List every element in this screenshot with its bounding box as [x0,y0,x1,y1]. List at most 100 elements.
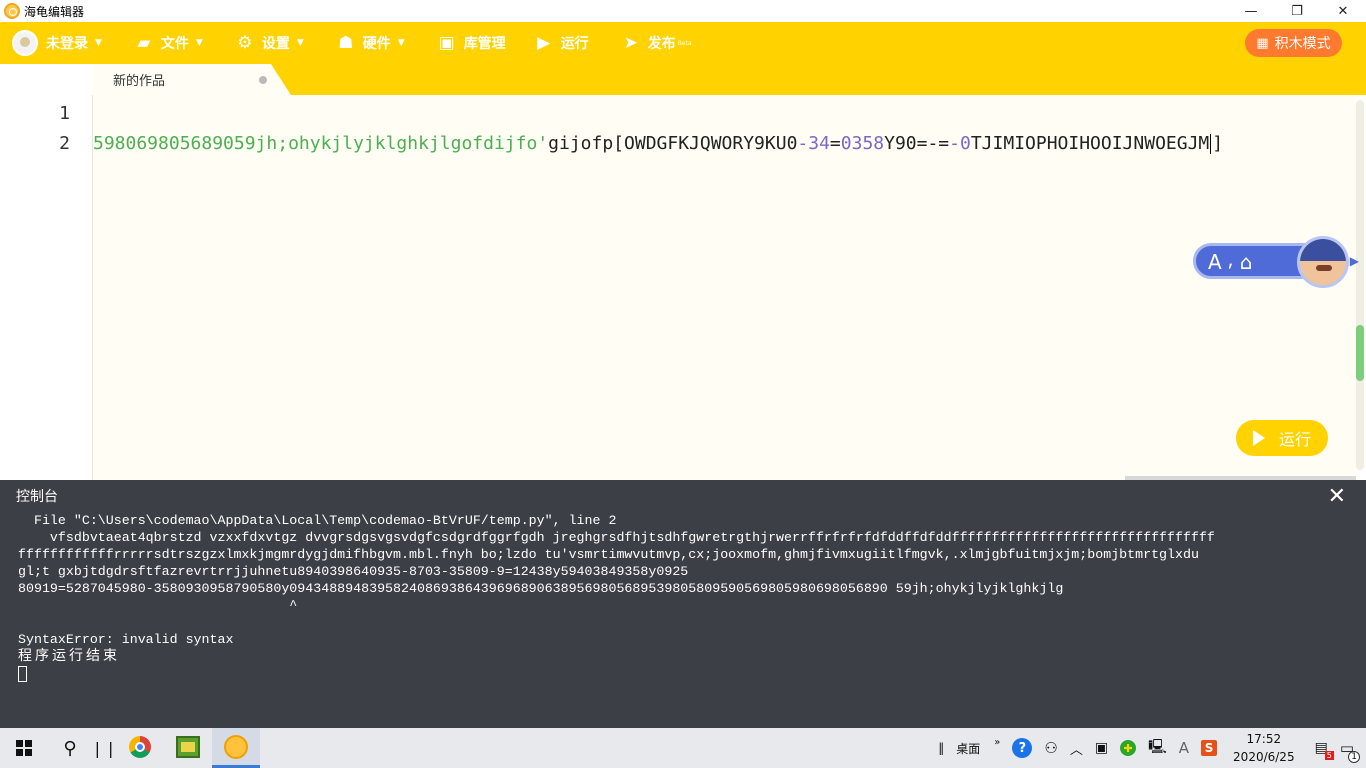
toolbar-divider-icon: ‖ [938,741,945,755]
tab-row: 新的作品 [0,64,1366,95]
play-icon [1252,430,1265,446]
file-menu[interactable]: ▰ 文件 ▼ [134,22,203,64]
console-line: ffffffffffffrrrrrsdtrszgzxlmxkjmgmrdygjd… [18,547,1199,562]
code-token: -0 [949,133,971,154]
library-menu[interactable]: ▣ 库管理 [437,22,506,64]
tab-new-work[interactable]: 新的作品 [93,64,291,95]
chevron-down-icon: ▼ [397,38,405,48]
file-label: 文件 [160,36,189,52]
tab-row-spacer [0,64,93,95]
line-gutter: 1 2 [0,95,93,480]
code-token: ] [1212,133,1224,154]
maximize-button[interactable]: ❐ [1274,0,1320,22]
app-logo-icon [4,3,20,19]
minimize-button[interactable]: — [1228,0,1274,22]
user-label: 未登录 [46,36,88,52]
menu-bar: 未登录 ▼ ▰ 文件 ▼ ⚙ 设置 ▼ ☗ 硬件 ▼ ▣ 库管理 ▶ 运行 ➤ … [0,22,1366,64]
sogou-icon: S [1201,740,1218,756]
search-icon[interactable]: ⚲ [48,728,92,768]
publish-label: 发布 [647,36,676,52]
chrome-icon [129,736,151,758]
paper-plane-icon: ➤ [623,33,638,53]
library-label: 库管理 [463,36,506,52]
action-center-icon[interactable]: ▭ 1 [1340,739,1360,763]
run-label: 运行 [560,36,589,52]
run-menu[interactable]: ▶ 运行 [534,22,589,64]
chevron-up-icon[interactable]: ︿ [1070,739,1083,758]
turtle-editor-icon [224,734,248,759]
minecraft-icon [176,736,200,758]
network-icon[interactable]: 🖳 [1148,736,1167,760]
blocks-icon: ▦ [1256,35,1269,51]
console-output[interactable]: File "C:\Users\codemao\AppData\Local\Tem… [0,512,1366,682]
console-line: 程序运行结束 [18,648,120,664]
console-line: File "C:\Users\codemao\AppData\Local\Tem… [18,513,617,528]
unsaved-dot-icon[interactable] [259,76,267,84]
gear-icon: ⚙ [237,33,253,53]
code-token: -34 [797,133,830,154]
code-token: 598069805689059jh;ohykjlyjklghkjlgofdijf… [93,133,549,154]
console-line: gl;t gxbjtdgdrsftfazrevrtrrjjuhnetu89403… [18,564,689,579]
taskbar-minecraft[interactable] [164,728,212,768]
input-method-icon[interactable]: A [1179,739,1189,757]
user-menu[interactable]: 未登录 ▼ [12,22,102,64]
console-line: ^ [18,598,298,613]
console-line: vfsdbvtaeat4qbrstzd vzxxfdxvtgz dvvgrsdg… [18,530,1215,545]
scrollbar-thumb[interactable] [1356,325,1364,381]
code-token: 0358 [840,133,885,154]
chevron-down-icon: ▼ [195,38,203,48]
screen-tool-icon[interactable]: ▣ [1095,740,1108,756]
assistant-avatar[interactable] [1297,236,1349,288]
play-circle-icon: ▶ [537,33,551,53]
windows-logo-icon [16,740,32,756]
hardware-menu[interactable]: ☗ 硬件 ▼ [336,22,405,64]
taskbar-chrome[interactable] [116,728,164,768]
more-icon[interactable]: » [994,737,1000,748]
line-number: 2 [59,133,70,154]
beta-badge: Beta [677,39,692,47]
run-button[interactable]: 运行 [1236,420,1328,456]
avatar [12,30,38,56]
console-panel: 控制台 ✕ File "C:\Users\codemao\AppData\Loc… [0,480,1366,728]
code-editor[interactable]: 598069805689059jh;ohykjlyjklghkjlgofdijf… [93,95,1356,480]
publish-menu[interactable]: ➤ 发布 Beta [621,22,692,64]
robot-icon: ☗ [338,33,354,53]
hardware-label: 硬件 [362,36,391,52]
line-number: 1 [59,103,70,124]
task-view-icon[interactable]: ❘❘ [91,728,118,768]
console-title: 控制台 [16,489,58,505]
assistant-glyphs: A ⸴ ⌂ [1208,249,1253,274]
system-tray: ‖ 桌面 » ? ⚇ ︿ ▣ ✚ 🖳 A S 17:52 2020/6/25 ▤… [932,728,1366,768]
code-token: = [829,133,841,154]
code-line-2[interactable]: 598069805689059jh;ohykjlyjklghkjlgofdijf… [93,133,1223,154]
run-button-label: 运行 [1278,430,1311,449]
assistant-widget[interactable]: A ⸴ ⌂ ▶ [1193,236,1359,288]
taskbar-turtle-editor[interactable] [212,728,260,768]
help-tray[interactable]: ? [1012,738,1033,758]
code-token: gijofp[OWDGFKJQWORY9KU0 [548,133,798,154]
console-cursor [18,666,27,682]
chevron-down-icon: ▼ [95,38,102,48]
folder-icon: ▰ [137,33,151,53]
sogou-tray[interactable]: S [1201,740,1218,756]
console-header: 控制台 ✕ [0,480,1366,512]
notification-app-icon[interactable]: ▤ 5 [1315,740,1334,760]
start-button[interactable] [0,728,48,768]
settings-label: 设置 [261,36,290,52]
close-console-icon[interactable]: ✕ [1328,484,1346,509]
desktop-toolbar[interactable]: 桌面 » [956,737,1000,757]
close-window-button[interactable]: ✕ [1320,0,1366,22]
block-mode-button[interactable]: ▦ 积木模式 [1245,29,1342,57]
window-title: 海龟编辑器 [24,4,85,19]
people-icon[interactable]: ⚇ [1044,739,1057,757]
clock[interactable]: 17:52 2020/6/25 [1233,730,1295,766]
notification-badge: 5 [1324,751,1334,760]
settings-menu[interactable]: ⚙ 设置 ▼ [235,22,304,64]
code-token: Y90=-= [884,133,950,154]
console-line: 80919=5287045980-3580930958790580y094348… [18,581,1064,596]
chevron-down-icon: ▼ [296,38,304,48]
security-tray[interactable]: ✚ [1120,740,1137,756]
expand-arrow-icon[interactable]: ▶ [1350,254,1359,268]
clock-time: 17:52 [1246,732,1282,746]
